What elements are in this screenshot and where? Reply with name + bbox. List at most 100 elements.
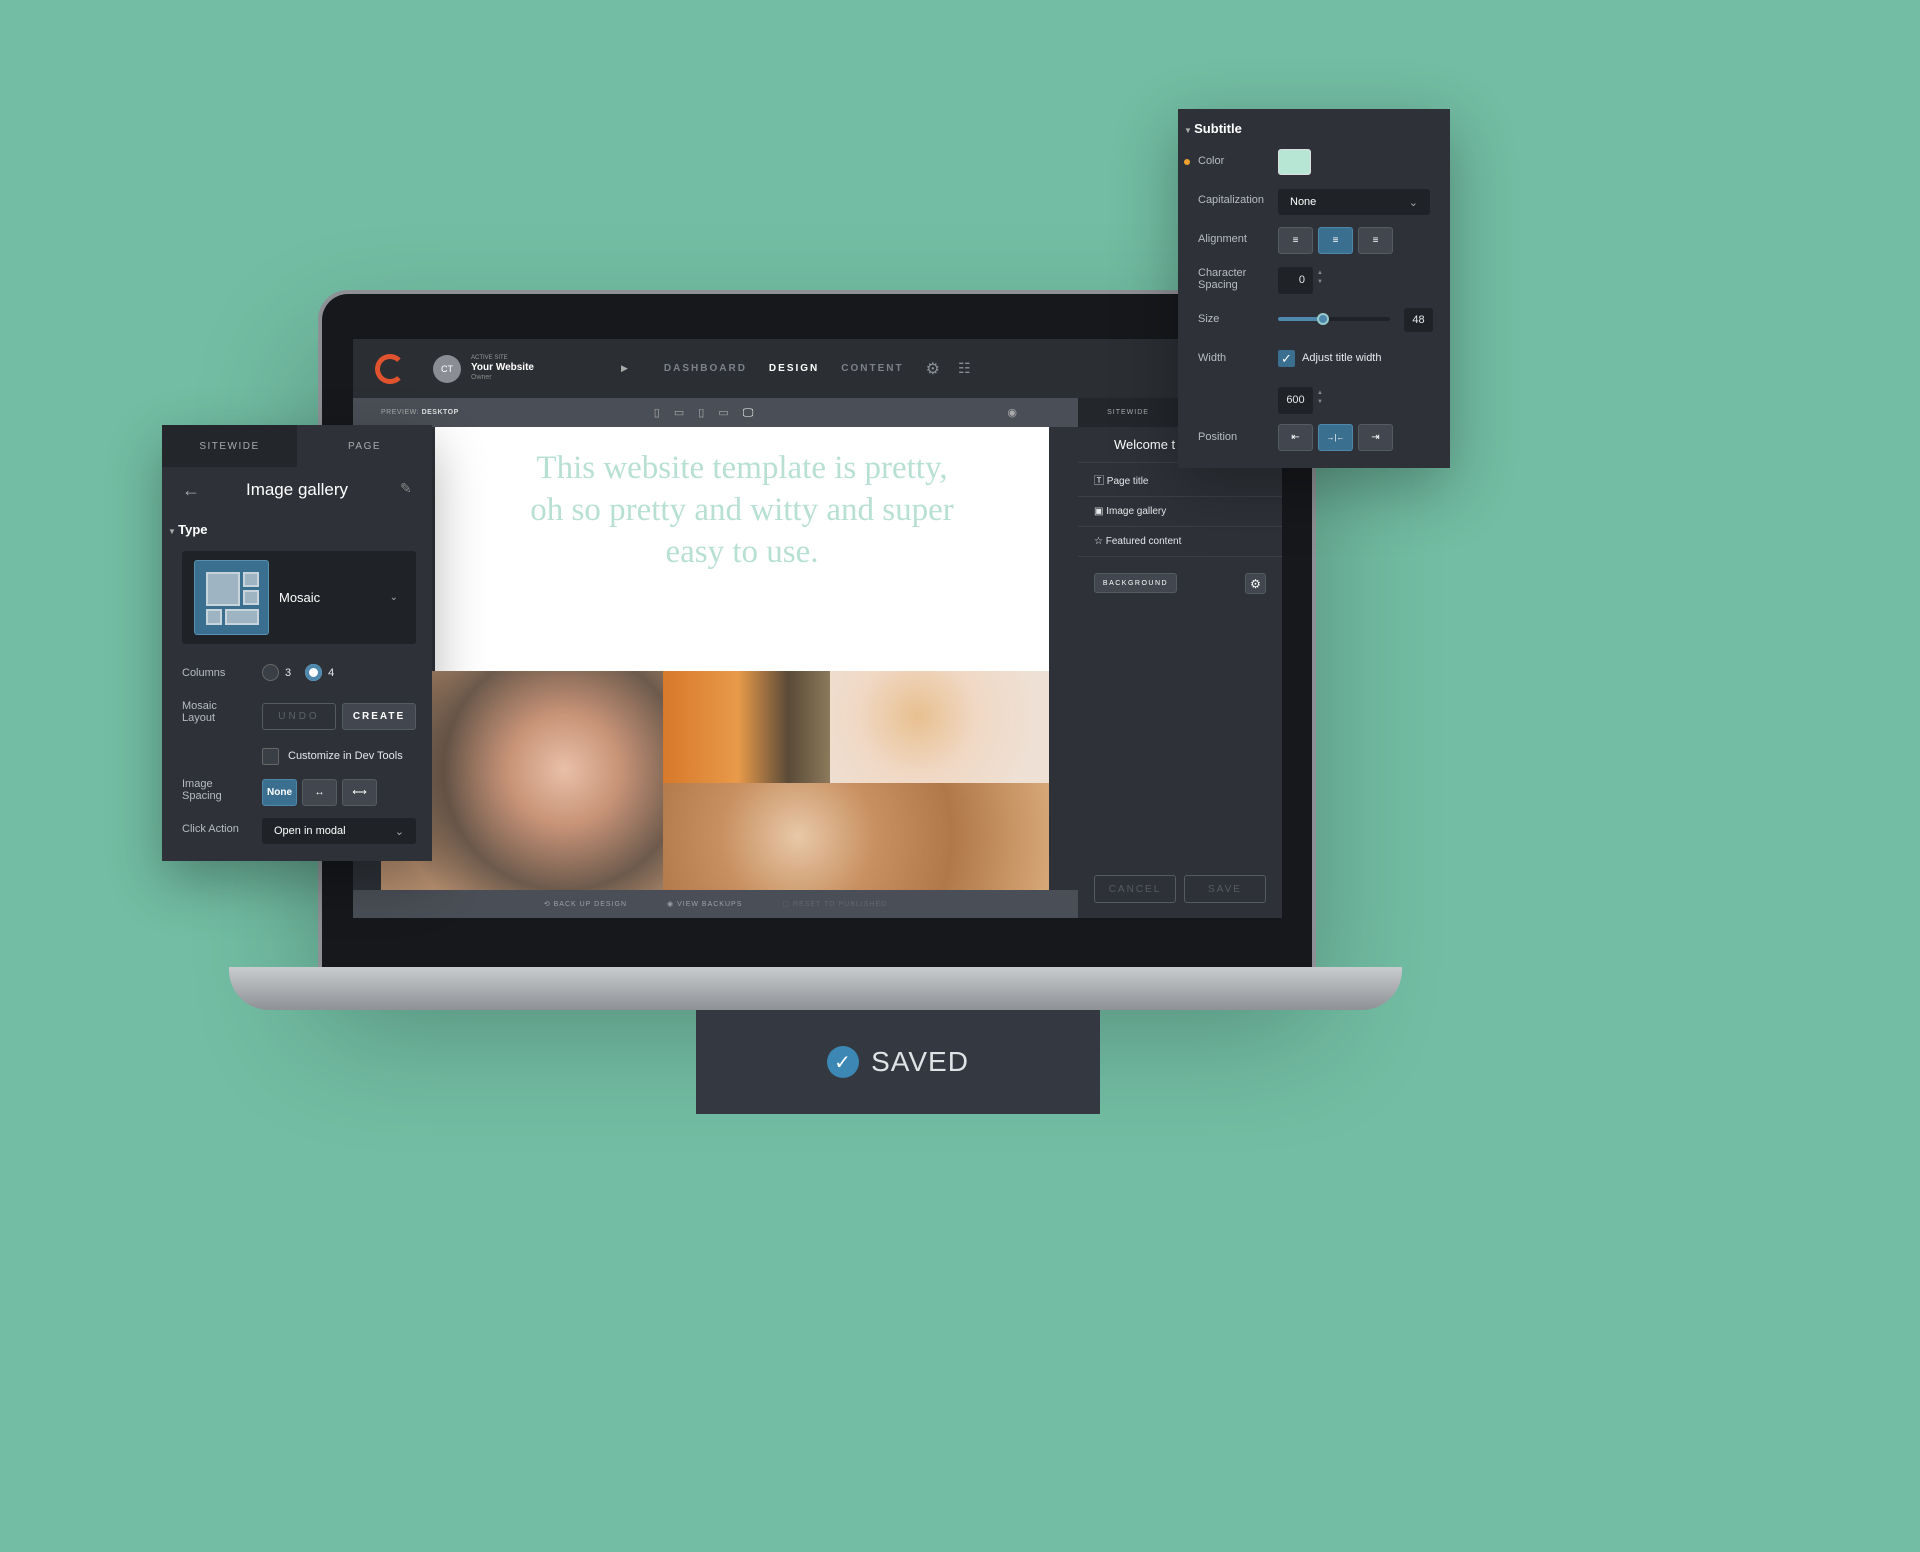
gallery-image[interactable] xyxy=(830,671,1049,783)
position-left-button[interactable]: ⇤ xyxy=(1278,424,1313,451)
gallery-image[interactable] xyxy=(663,783,1049,890)
section-label: Type xyxy=(178,522,208,537)
pencil-icon[interactable]: ✎ xyxy=(400,480,412,497)
reset-to-published-button[interactable]: ▢ RESET TO PUBLISHED xyxy=(782,900,887,908)
spacing-none-button[interactable]: None xyxy=(262,779,297,806)
position-center-button[interactable]: →|← xyxy=(1318,424,1353,451)
settings-sliders-icon[interactable]: ☷ xyxy=(958,360,971,377)
image-icon: ▣ xyxy=(1094,506,1107,517)
preview-bar: PREVIEW: DESKTOP ▯▭▯▭🖵 ◉ xyxy=(353,398,1078,427)
align-left-button[interactable]: ≡ xyxy=(1278,227,1313,254)
create-button[interactable]: CREATE xyxy=(342,703,416,730)
width-input[interactable]: 600 xyxy=(1278,387,1313,414)
arrow-to-left-icon: ⇤ xyxy=(1291,432,1300,443)
size-slider[interactable] xyxy=(1278,313,1390,325)
check-circle-icon: ✓ xyxy=(827,1046,860,1078)
device-icons: ▯▭▯▭🖵 xyxy=(654,406,768,420)
image-spacing-label: Image Spacing xyxy=(182,778,222,802)
view-backups-button[interactable]: ◉ VIEW BACKUPS xyxy=(667,900,742,908)
nav-content[interactable]: CONTENT xyxy=(841,363,903,374)
cancel-button[interactable]: CANCEL xyxy=(1094,875,1176,903)
list-item[interactable]: 🅃 Page title xyxy=(1078,463,1282,497)
character-spacing-input[interactable]: 0 xyxy=(1278,267,1313,294)
type-select[interactable]: Mosaic ⌄ xyxy=(182,551,416,644)
logo-icon xyxy=(375,353,405,384)
capitalization-select[interactable]: None ⌄ xyxy=(1278,189,1430,215)
position-label: Position xyxy=(1198,431,1238,443)
text-icon: 🅃 xyxy=(1094,476,1107,487)
laptop-base xyxy=(229,967,1402,1010)
site-name: Your Website xyxy=(471,362,534,374)
capitalization-value: None xyxy=(1290,196,1317,208)
position-right-button[interactable]: ⇥ xyxy=(1358,424,1393,451)
tab-page[interactable]: PAGE xyxy=(297,425,432,467)
width-stepper-icon[interactable]: ▲ ▼ xyxy=(1317,389,1323,407)
radio-3-label: 3 xyxy=(285,666,292,679)
item-label: Image gallery xyxy=(1106,506,1167,517)
radio-3[interactable] xyxy=(262,664,279,681)
back-up-design-button[interactable]: ⟲ BACK UP DESIGN xyxy=(544,900,627,908)
eye-icon[interactable]: ◉ xyxy=(1007,406,1017,419)
save-button[interactable]: SAVE xyxy=(1184,875,1266,903)
width-label: Width xyxy=(1198,352,1227,364)
phone-landscape-icon[interactable]: ▭ xyxy=(674,407,698,419)
site-role: Owner xyxy=(471,373,492,381)
mosaic-icon xyxy=(194,560,269,635)
align-right-icon: ≡ xyxy=(1372,235,1379,246)
gear-icon[interactable]: ⚙ xyxy=(926,359,940,379)
headline[interactable]: This website template is pretty, oh so p… xyxy=(522,447,962,573)
tab-sitewide[interactable]: SITEWIDE xyxy=(1078,398,1178,427)
item-label: Page title xyxy=(1106,476,1149,487)
tablet-icon[interactable]: ▯ xyxy=(698,407,718,419)
background-button[interactable]: BACKGROUND xyxy=(1094,573,1177,593)
adjust-width-checkbox[interactable]: ✓ xyxy=(1278,350,1295,367)
color-swatch[interactable] xyxy=(1278,149,1311,175)
phone-icon[interactable]: ▯ xyxy=(654,407,674,419)
section-label: Subtitle xyxy=(1194,121,1242,136)
chevron-down-icon: ⌄ xyxy=(389,592,398,603)
section-type[interactable]: ▼ Type xyxy=(168,522,208,537)
align-center-button[interactable]: ≡ xyxy=(1318,227,1353,254)
arrow-short-icon: ↔ xyxy=(314,787,325,798)
saved-banner: ✓ SAVED xyxy=(696,1010,1100,1114)
tablet-landscape-icon[interactable]: ▭ xyxy=(718,407,742,419)
list-item[interactable]: ▣ Image gallery xyxy=(1078,497,1282,527)
page-canvas[interactable]: This website template is pretty, oh so p… xyxy=(435,427,1049,671)
desktop-icon[interactable]: 🖵 xyxy=(743,407,768,419)
gallery-image[interactable] xyxy=(663,671,830,783)
align-right-button[interactable]: ≡ xyxy=(1358,227,1393,254)
spacing-small-button[interactable]: ↔ xyxy=(302,779,337,806)
customize-checkbox[interactable] xyxy=(262,748,279,765)
size-input[interactable]: 48 xyxy=(1404,308,1433,332)
align-left-icon: ≡ xyxy=(1292,235,1299,246)
arrows-center-icon: →|← xyxy=(1326,433,1345,442)
active-site-label: ACTIVE SITE xyxy=(471,355,508,362)
radio-4[interactable] xyxy=(305,664,323,681)
image-gallery[interactable] xyxy=(381,671,1049,890)
spacing-large-button[interactable]: ⟷ xyxy=(342,779,377,806)
click-action-select[interactable]: Open in modal ⌄ xyxy=(262,818,416,844)
nav-dashboard[interactable]: DASHBOARD xyxy=(664,363,747,374)
caret-right-icon[interactable]: ▶ xyxy=(621,363,628,374)
list-item[interactable]: ☆ Featured content xyxy=(1078,527,1282,557)
chevron-down-icon: ⌄ xyxy=(394,825,404,838)
nav-design[interactable]: DESIGN xyxy=(769,363,819,374)
slider-handle[interactable] xyxy=(1316,313,1329,325)
bottom-bar: ⟲ BACK UP DESIGN ◉ VIEW BACKUPS ▢ RESET … xyxy=(353,890,1078,918)
tab-sitewide[interactable]: SITEWIDE xyxy=(162,425,297,467)
click-action-value: Open in modal xyxy=(274,825,346,837)
image-gallery-panel: SITEWIDE PAGE ← Image gallery ✎ ▼ Type M… xyxy=(162,425,432,861)
active-site[interactable]: ACTIVE SITE Your Website Owner xyxy=(471,355,621,381)
columns-radio-group: 3 4 xyxy=(262,664,334,681)
size-label: Size xyxy=(1198,313,1220,325)
avatar[interactable]: CT xyxy=(433,354,461,383)
app-screen: CT ACTIVE SITE Your Website Owner ▶ DASH… xyxy=(353,339,1282,918)
gear-button[interactable]: ⚙ xyxy=(1245,573,1266,594)
spacing-stepper-icon[interactable]: ▲ ▼ xyxy=(1317,269,1323,287)
color-label: Color xyxy=(1198,155,1225,167)
section-subtitle[interactable]: ▼ Subtitle xyxy=(1184,121,1242,136)
undo-button[interactable]: UNDO xyxy=(262,703,336,730)
chevron-down-icon: ⌄ xyxy=(1408,196,1418,209)
preview-label: PREVIEW: xyxy=(381,409,420,416)
back-up-label: BACK UP DESIGN xyxy=(553,901,628,908)
